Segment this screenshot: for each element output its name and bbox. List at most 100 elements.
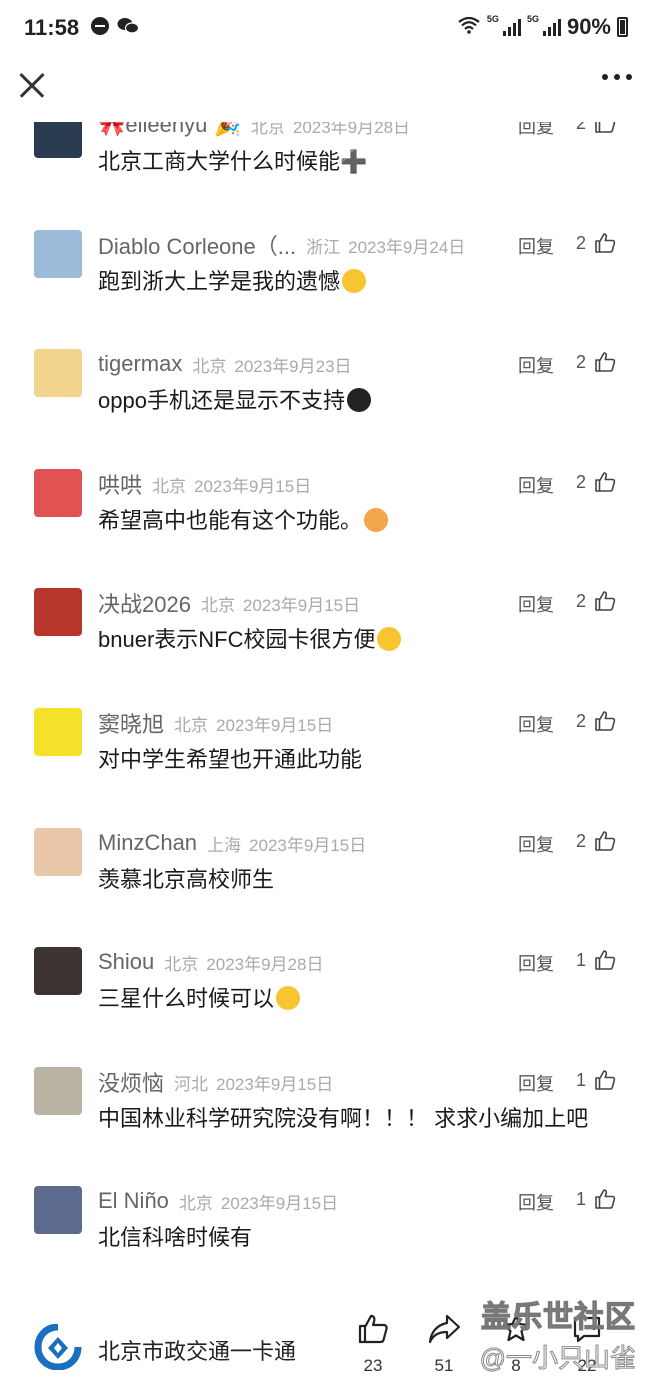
user-avatar[interactable] (34, 947, 82, 995)
comment-like-count: 2 (576, 591, 587, 611)
comment-item[interactable]: MinzChan 上海 2023年9月15日 回复 2 羡慕北京高校师生 (0, 828, 650, 948)
user-avatar[interactable] (34, 588, 82, 636)
comment-author[interactable]: 决战2026 (98, 587, 191, 619)
status-bar: 11:58 5G 5G 90% (0, 0, 650, 56)
comment-author[interactable]: 没烦恼 (98, 1066, 164, 1098)
thumbs-up-icon[interactable] (594, 351, 616, 373)
thumbs-up-icon[interactable] (594, 710, 616, 732)
comment-list[interactable]: 🎀elleenyu 🎉 北京 2023年9月28日 回复 2 北京工商大学什么时候能➕ Di… (0, 122, 650, 1278)
thumbs-up-icon[interactable] (594, 122, 616, 134)
comment-date: 2023年9月28日 (206, 954, 324, 974)
comment-author[interactable]: 🎀elleenyu 🎉 (98, 122, 241, 138)
comment-date: 2023年9月15日 (249, 835, 367, 855)
reply-button[interactable]: 回复 (518, 233, 554, 259)
user-avatar[interactable] (34, 1186, 82, 1234)
battery-percentage: 90% (566, 14, 611, 39)
like-button[interactable]: 23 (353, 1312, 393, 1375)
brand-logo-icon[interactable] (34, 1323, 82, 1371)
comment-date: 2023年9月24日 (348, 237, 466, 257)
comment-text-content: 三星什么时候可以 (98, 986, 275, 1011)
comment-text-content: 北信科啥时候有 (98, 1225, 253, 1250)
comment-item[interactable]: El Niño 北京 2023年9月15日 回复 1 北信科啥时候有 (0, 1186, 650, 1278)
comment-author[interactable]: Diablo Corleone（... (98, 229, 296, 261)
reply-button[interactable]: 回复 (518, 831, 554, 857)
comment-date: 2023年9月15日 (220, 1193, 339, 1213)
reply-button[interactable]: 回复 (518, 472, 554, 498)
comment-item[interactable]: 决战2026 北京 2023年9月15日 回复 2 bnuer表示NFC校园卡很方便 (0, 588, 650, 708)
thumbs-up-icon[interactable] (594, 949, 616, 971)
reply-button[interactable]: 回复 (518, 950, 554, 976)
grinning-face-icon (377, 627, 402, 651)
comment-text: 希望高中也能有这个功能。 (98, 503, 389, 535)
comment-item[interactable]: 没烦恼 河北 2023年9月15日 回复 1 中国林业科学研究院没有啊！！！ 求求小编加上… (0, 1067, 650, 1187)
reply-button[interactable]: 回复 (518, 122, 554, 139)
comment-text-content: bnuer表示NFC校园卡很方便 (98, 627, 376, 652)
comment-text: 三星什么时候可以 (98, 981, 301, 1013)
comment-item[interactable]: tigermax 北京 2023年9月23日 回复 2 oppo手机还是显示不支持 (0, 349, 650, 469)
reply-button[interactable]: 回复 (518, 1189, 554, 1215)
user-avatar[interactable] (34, 230, 82, 278)
brand-name[interactable]: 北京市政交通一卡通 (98, 1334, 296, 1366)
wechat-icon (117, 17, 140, 40)
comment-like-count: 2 (576, 711, 587, 731)
reply-button[interactable]: 回复 (518, 1070, 554, 1096)
close-icon[interactable] (16, 68, 50, 102)
comment-item[interactable]: Shiou 北京 2023年9月28日 回复 1 三星什么时候可以 (0, 947, 650, 1067)
thumbs-up-icon[interactable] (594, 830, 616, 852)
watermark-subtitle: @一小只山雀 (479, 1343, 636, 1374)
signal-icon-1 (502, 18, 521, 36)
thumbs-up-icon (356, 1314, 390, 1350)
comment-item[interactable]: 🎀elleenyu 🎉 北京 2023年9月28日 回复 2 北京工商大学什么时候能➕ (0, 122, 650, 230)
comment-item[interactable]: 窦晓旭 北京 2023年9月15日 回复 2 对中学生希望也开通此功能 (0, 708, 650, 828)
network-label-1: 5G (486, 14, 499, 24)
reply-button[interactable]: 回复 (518, 352, 554, 378)
user-avatar[interactable] (34, 708, 82, 756)
comment-text: 北信科啥时候有 (98, 1220, 252, 1252)
share-count: 51 (434, 1356, 454, 1375)
comment-like-count: 2 (576, 233, 587, 253)
comment-author[interactable]: Shiou (98, 949, 154, 975)
comment-region: 河北 (174, 1074, 209, 1094)
comment-date: 2023年9月15日 (216, 1074, 334, 1094)
comment-text-content: 希望高中也能有这个功能。 (98, 508, 363, 533)
thumbs-up-icon[interactable] (594, 1188, 616, 1210)
comment-author[interactable]: El Niño (98, 1188, 169, 1214)
thumbs-up-icon[interactable] (594, 1069, 616, 1091)
status-time: 11:58 (24, 15, 80, 40)
comment-like-count: 2 (576, 831, 587, 851)
comment-author[interactable]: MinzChan (98, 830, 197, 856)
reply-button[interactable]: 回复 (518, 711, 554, 737)
reply-button[interactable]: 回复 (518, 591, 554, 617)
battery-icon (617, 17, 628, 37)
thumbs-up-icon[interactable] (594, 471, 616, 493)
share-button[interactable]: 51 (424, 1312, 464, 1375)
user-avatar[interactable] (34, 122, 82, 158)
comment-region: 北京 (178, 1193, 213, 1213)
network-label-2: 5G (526, 14, 539, 24)
comment-author[interactable]: 哄哄 (98, 468, 142, 500)
comment-item[interactable]: 哄哄 北京 2023年9月15日 回复 2 希望高中也能有这个功能。 (0, 469, 650, 589)
pleading-face-icon (276, 986, 301, 1010)
more-icon[interactable] (602, 74, 632, 80)
user-avatar[interactable] (34, 469, 82, 517)
comment-text-content: 中国林业科学研究院没有啊！！！ 求求小编加上吧 (98, 1106, 589, 1131)
user-avatar[interactable] (34, 1067, 82, 1115)
comment-region: 北京 (174, 715, 209, 735)
comment-text: 羡慕北京高校师生 (98, 862, 274, 894)
comment-date: 2023年9月23日 (234, 356, 352, 376)
thumbs-up-icon[interactable] (594, 590, 616, 612)
comment-text: oppo手机还是显示不支持 (98, 383, 371, 415)
share-icon (427, 1314, 461, 1350)
wifi-icon (457, 16, 481, 39)
comment-region: 北京 (164, 954, 199, 974)
user-avatar[interactable] (34, 349, 82, 397)
comment-author[interactable]: tigermax (98, 351, 182, 377)
user-avatar[interactable] (34, 828, 82, 876)
comment-item[interactable]: Diablo Corleone（... 浙江 2023年9月24日 回复 2 跑到浙大上学… (0, 230, 650, 350)
comment-text: 中国林业科学研究院没有啊！！！ 求求小编加上吧 (98, 1101, 588, 1133)
comment-region: 浙江 (306, 237, 341, 257)
thumbs-up-icon[interactable] (594, 232, 616, 254)
comment-text-content: 羡慕北京高校师生 (98, 867, 275, 892)
comment-author[interactable]: 窦晓旭 (98, 707, 164, 739)
comment-date: 2023年9月28日 (292, 122, 411, 137)
